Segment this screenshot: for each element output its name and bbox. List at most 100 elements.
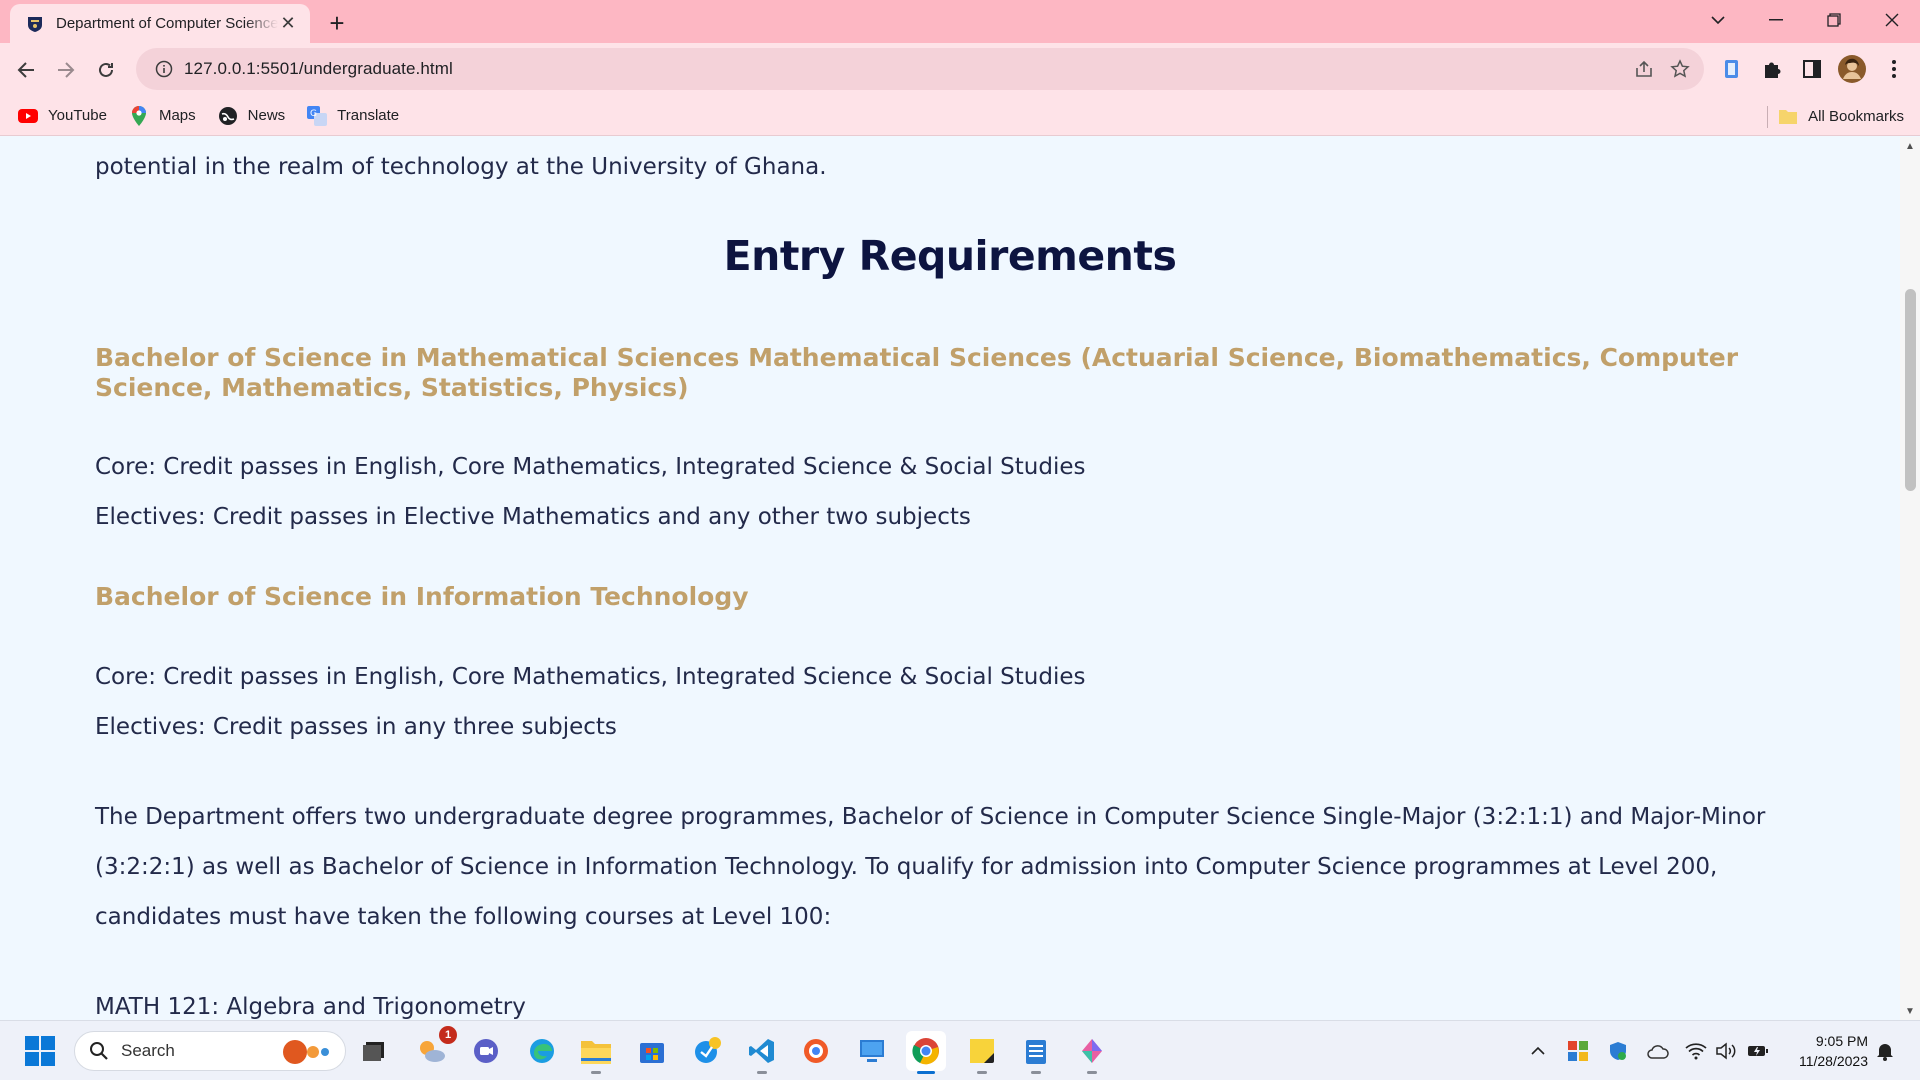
- bookmark-star-icon[interactable]: [1668, 57, 1692, 81]
- taskbar-store-app[interactable]: [632, 1031, 672, 1071]
- core-requirements: Core: Credit passes in English, Core Mat…: [95, 664, 1086, 690]
- page-scrollbar[interactable]: ▲ ▼: [1900, 137, 1920, 1020]
- extensions-puzzle-icon[interactable]: [1758, 55, 1786, 83]
- bookmarks-bar: YouTube Maps News G Translate All Bookma…: [0, 96, 1920, 136]
- folder-icon: [1778, 106, 1798, 126]
- bookmark-label: News: [247, 107, 286, 124]
- system-clock[interactable]: 9:05 PM 11/28/2023: [1799, 1031, 1868, 1071]
- microsoft-store-icon: [640, 1043, 664, 1063]
- bookmark-news[interactable]: News: [210, 100, 294, 132]
- task-view-button[interactable]: [354, 1031, 394, 1071]
- youtube-icon: [18, 106, 38, 126]
- university-crest-icon: [26, 15, 44, 33]
- sticky-note-icon: [970, 1039, 994, 1063]
- show-hidden-icons-chevron-icon[interactable]: [1526, 1039, 1550, 1063]
- news-icon: [218, 106, 238, 126]
- cloud-sync-icon[interactable]: [1646, 1039, 1670, 1063]
- notification-badge: 1: [439, 1026, 457, 1044]
- taskbar-sticky-notes[interactable]: [962, 1031, 1002, 1074]
- entry-requirements-heading: Entry Requirements: [723, 232, 1177, 280]
- bookmark-label: YouTube: [48, 107, 107, 124]
- tab-close-icon[interactable]: ✕: [278, 13, 298, 34]
- bookmark-label: Translate: [337, 107, 400, 124]
- taskbar-pinned-app[interactable]: [688, 1031, 728, 1071]
- svg-text:G: G: [310, 109, 317, 119]
- edge-icon: [530, 1039, 554, 1063]
- close-window-button[interactable]: [1864, 0, 1920, 40]
- taskbar-pinned-app-3[interactable]: [1072, 1031, 1112, 1074]
- chrome-icon: [912, 1038, 939, 1065]
- core-requirements: Core: Credit passes in English, Core Mat…: [95, 454, 1086, 480]
- elective-requirements: Electives: Credit passes in any three su…: [95, 714, 617, 740]
- windows-taskbar: Search 1 9:05 PM 11/28/2023: [0, 1020, 1920, 1080]
- intro-paragraph: potential in the realm of technology at …: [95, 154, 827, 180]
- start-button[interactable]: [20, 1031, 60, 1071]
- share-icon[interactable]: [1632, 57, 1656, 81]
- reload-icon: [99, 62, 113, 77]
- reload-button[interactable]: [88, 52, 124, 88]
- side-panel-icon[interactable]: [1798, 55, 1826, 83]
- task-view-icon: [363, 1042, 384, 1061]
- browser-toolbar: 127.0.0.1:5501/undergraduate.html: [0, 43, 1920, 96]
- taskbar-chrome-app[interactable]: [906, 1031, 946, 1074]
- monitor-icon: [860, 1040, 884, 1062]
- programme-title: Bachelor of Science in Mathematical Scie…: [95, 343, 1739, 402]
- teams-chat-icon: [474, 1039, 498, 1063]
- bookmark-maps[interactable]: Maps: [121, 100, 204, 132]
- taskbar-pinned-app-2[interactable]: [796, 1031, 836, 1071]
- circle-app-icon: [804, 1039, 828, 1063]
- vscode-icon: [749, 1039, 774, 1063]
- wifi-icon[interactable]: [1684, 1039, 1708, 1063]
- taskbar-teams-app[interactable]: [466, 1031, 506, 1071]
- address-bar[interactable]: 127.0.0.1:5501/undergraduate.html: [136, 48, 1704, 90]
- reading-mode-icon[interactable]: [1718, 55, 1746, 83]
- site-info-icon[interactable]: [144, 48, 184, 90]
- scrollbar-thumb[interactable]: [1905, 289, 1916, 491]
- clock-date: 11/28/2023: [1798, 1053, 1868, 1069]
- browser-tab[interactable]: Department of Computer Science ✕: [10, 4, 310, 43]
- all-bookmarks-button[interactable]: All Bookmarks: [1778, 100, 1904, 132]
- search-icon: [90, 1042, 108, 1060]
- bookmark-translate[interactable]: G Translate: [299, 100, 407, 132]
- security-shield-icon[interactable]: [1606, 1039, 1630, 1063]
- notification-bell-icon[interactable]: [1873, 1039, 1897, 1063]
- course-item: MATH 121: Algebra and Trigonometry: [95, 994, 526, 1020]
- scroll-down-arrow-icon[interactable]: ▼: [1900, 1002, 1920, 1020]
- profile-avatar[interactable]: [1838, 55, 1866, 83]
- new-tab-button[interactable]: +: [322, 8, 352, 38]
- taskbar-search[interactable]: Search: [74, 1031, 346, 1071]
- translate-icon: G: [307, 105, 328, 126]
- volume-icon[interactable]: [1714, 1039, 1738, 1063]
- search-placeholder: Search: [121, 1041, 175, 1060]
- bookmark-label: Maps: [158, 107, 196, 124]
- back-arrow-icon: [17, 62, 34, 78]
- folder-icon: [581, 1041, 611, 1064]
- forward-arrow-icon: [58, 62, 75, 78]
- bookmark-youtube[interactable]: YouTube: [10, 100, 115, 132]
- url-text[interactable]: 127.0.0.1:5501/undergraduate.html: [184, 59, 453, 79]
- taskbar-remote-desktop[interactable]: [852, 1031, 892, 1071]
- battery-icon[interactable]: [1746, 1039, 1770, 1063]
- taskbar-vscode-app[interactable]: [742, 1031, 782, 1074]
- elective-requirements: Electives: Credit passes in Elective Mat…: [95, 504, 971, 530]
- clock-time: 9:05 PM: [1815, 1033, 1868, 1049]
- programme-title: Bachelor of Science in Information Techn…: [95, 582, 749, 611]
- diamond-app-icon: [1082, 1039, 1102, 1063]
- tray-app-icon[interactable]: [1566, 1039, 1590, 1063]
- scroll-up-arrow-icon[interactable]: ▲: [1900, 137, 1920, 155]
- tab-search-icon[interactable]: [1690, 0, 1746, 40]
- taskbar-weather-app[interactable]: 1: [412, 1026, 457, 1071]
- programmes-offer-paragraph: The Department offers two undergraduate …: [95, 804, 1766, 930]
- windows-logo-icon: [25, 1036, 55, 1066]
- taskbar-file-explorer[interactable]: [576, 1031, 616, 1074]
- tab-title: Department of Computer Science: [56, 15, 278, 32]
- restore-button[interactable]: [1806, 0, 1862, 40]
- forward-button[interactable]: [48, 52, 84, 88]
- browser-title-bar: Department of Computer Science ✕ +: [0, 0, 1920, 43]
- taskbar-notepad[interactable]: [1016, 1031, 1056, 1074]
- chrome-menu-icon[interactable]: [1880, 55, 1908, 83]
- taskbar-edge-app[interactable]: [522, 1031, 562, 1071]
- bookmarks-divider: [1767, 106, 1768, 128]
- back-button[interactable]: [8, 52, 44, 88]
- minimize-button[interactable]: [1748, 0, 1804, 40]
